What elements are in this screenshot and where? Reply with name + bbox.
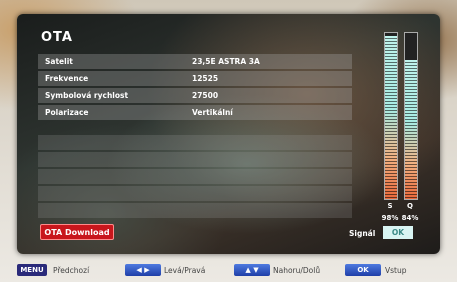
up-down-arrows-icon: ▲ ▼ xyxy=(245,266,259,274)
empty-row xyxy=(38,135,352,150)
empty-row xyxy=(38,152,352,167)
quality-label: Q xyxy=(407,202,413,210)
signal-label: Signál xyxy=(349,229,376,238)
row-label: Frekvence xyxy=(45,74,89,83)
page-title: OTA xyxy=(41,30,73,45)
row-label: Polarizace xyxy=(45,108,89,117)
hint-left-right: Levá/Pravá xyxy=(164,266,206,275)
row-value: 23,5E ASTRA 3A xyxy=(192,57,260,66)
ok-key-icon: OK xyxy=(357,266,369,274)
quality-percent: 84% xyxy=(401,214,419,222)
up-down-key[interactable]: ▲ ▼ xyxy=(234,264,270,276)
left-right-key[interactable]: ◀ ▶ xyxy=(125,264,161,276)
strength-percent: 98% xyxy=(381,214,399,222)
hint-enter: Vstup xyxy=(385,266,407,275)
hint-back: Předchozí xyxy=(53,266,90,275)
menu-key[interactable]: MENU xyxy=(17,264,47,276)
hint-up-down: Nahoru/Dolů xyxy=(273,266,321,275)
row-symbol-rate[interactable]: Symbolová rychlost 27500 xyxy=(38,88,352,103)
signal-quality-fill xyxy=(405,59,417,199)
strength-label: S xyxy=(387,202,393,210)
left-right-arrows-icon: ◀ ▶ xyxy=(136,266,150,274)
row-value: Vertikální xyxy=(192,108,233,117)
row-polarization[interactable]: Polarizace Vertikální xyxy=(38,105,352,120)
osd-panel xyxy=(17,14,440,254)
row-frequency[interactable]: Frekvence 12525 xyxy=(38,71,352,86)
signal-strength-fill xyxy=(385,36,397,199)
signal-strength-meter xyxy=(384,32,398,200)
signal-status-badge: OK xyxy=(383,226,413,239)
row-label: Satelit xyxy=(45,57,73,66)
empty-row xyxy=(38,169,352,184)
row-value: 27500 xyxy=(192,91,219,100)
row-value: 12525 xyxy=(192,74,219,83)
ok-key[interactable]: OK xyxy=(345,264,381,276)
row-label: Symbolová rychlost xyxy=(45,91,129,100)
empty-row xyxy=(38,186,352,201)
signal-quality-meter xyxy=(404,32,418,200)
row-satellite[interactable]: Satelit 23,5E ASTRA 3A xyxy=(38,54,352,69)
ota-download-button[interactable]: OTA Download xyxy=(40,224,114,240)
empty-row xyxy=(38,203,352,218)
